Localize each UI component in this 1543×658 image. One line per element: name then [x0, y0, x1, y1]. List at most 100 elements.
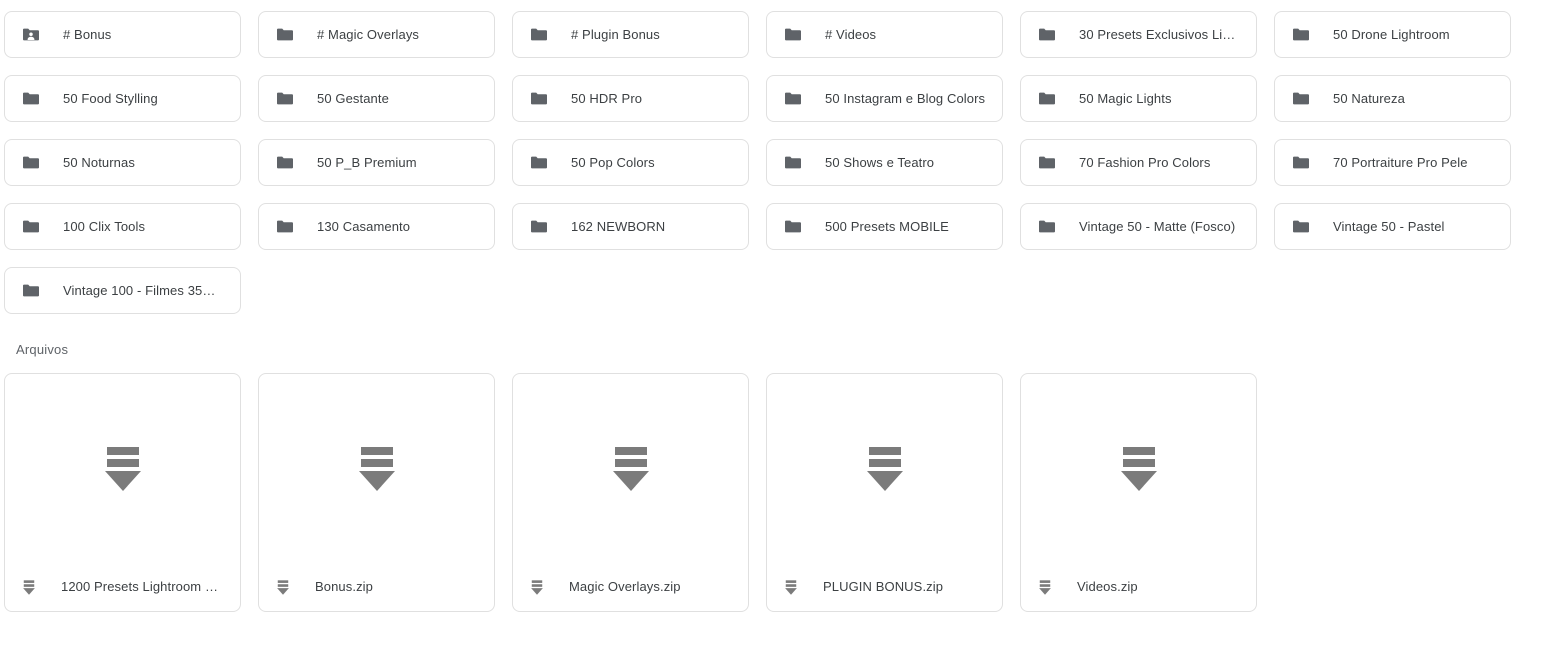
folder-icon [1291, 153, 1311, 173]
archive-zip-icon [275, 579, 291, 595]
folder-card[interactable]: Vintage 50 - Matte (Fosco) [1020, 203, 1257, 250]
folder-icon [1291, 217, 1311, 237]
folder-card[interactable]: # Bonus [4, 11, 241, 58]
folder-name: # Plugin Bonus [571, 27, 660, 43]
folder-card[interactable]: 50 Gestante [258, 75, 495, 122]
folder-name: 50 Instagram e Blog Colors [825, 91, 985, 107]
folder-icon [275, 217, 295, 237]
folder-icon [275, 153, 295, 173]
folder-card[interactable]: 70 Fashion Pro Colors [1020, 139, 1257, 186]
folder-card[interactable]: 50 Drone Lightroom [1274, 11, 1511, 58]
file-name: Magic Overlays.zip [569, 579, 681, 595]
folder-name: 30 Presets Exclusivos Light… [1079, 27, 1240, 43]
folder-name: 50 HDR Pro [571, 91, 642, 107]
folder-card[interactable]: 100 Clix Tools [4, 203, 241, 250]
file-card-footer: Magic Overlays.zip [513, 563, 748, 611]
folder-card[interactable]: 50 P_B Premium [258, 139, 495, 186]
folder-name: Vintage 50 - Pastel [1333, 219, 1445, 235]
folder-icon [529, 89, 549, 109]
file-card-footer: 1200 Presets Lightroom 20… [5, 563, 240, 611]
folder-card[interactable]: 50 Natureza [1274, 75, 1511, 122]
file-card-footer: Bonus.zip [259, 563, 494, 611]
archive-zip-icon [529, 579, 545, 595]
folder-name: 50 Food Stylling [63, 91, 158, 107]
folder-name: 100 Clix Tools [63, 219, 145, 235]
folder-icon [21, 153, 41, 173]
file-card-footer: PLUGIN BONUS.zip [767, 563, 1002, 611]
folder-name: # Bonus [63, 27, 111, 43]
folder-name: Vintage 100 - Filmes 35mm… [63, 283, 224, 299]
folder-name: 162 NEWBORN [571, 219, 665, 235]
folder-card[interactable]: 50 Shows e Teatro [766, 139, 1003, 186]
folder-icon [1037, 25, 1057, 45]
folders-grid: # Bonus # Magic Overlays # Plugin Bonus … [4, 11, 1500, 314]
folder-card[interactable]: 50 Instagram e Blog Colors [766, 75, 1003, 122]
folder-card[interactable]: 50 HDR Pro [512, 75, 749, 122]
folder-name: 130 Casamento [317, 219, 410, 235]
folder-name: Vintage 50 - Matte (Fosco) [1079, 219, 1235, 235]
file-card[interactable]: Magic Overlays.zip [512, 373, 749, 612]
folder-card[interactable]: 50 Magic Lights [1020, 75, 1257, 122]
folder-icon [1037, 217, 1057, 237]
folder-icon [21, 89, 41, 109]
file-card[interactable]: Bonus.zip [258, 373, 495, 612]
folder-name: 50 P_B Premium [317, 155, 417, 171]
folder-card[interactable]: Vintage 50 - Pastel [1274, 203, 1511, 250]
archive-zip-icon [5, 374, 240, 563]
folder-icon [21, 217, 41, 237]
folder-name: 70 Fashion Pro Colors [1079, 155, 1210, 171]
folder-card[interactable]: 50 Food Stylling [4, 75, 241, 122]
files-grid: 1200 Presets Lightroom 20… Bonus.zip Mag… [4, 373, 1500, 612]
folder-icon [783, 25, 803, 45]
archive-zip-icon [259, 374, 494, 563]
folder-icon [1291, 89, 1311, 109]
folder-icon [783, 89, 803, 109]
folder-card[interactable]: 30 Presets Exclusivos Light… [1020, 11, 1257, 58]
drive-file-browser: # Bonus # Magic Overlays # Plugin Bonus … [0, 0, 1543, 658]
folder-card[interactable]: # Videos [766, 11, 1003, 58]
folder-icon [529, 217, 549, 237]
folder-icon [275, 25, 295, 45]
folder-card[interactable]: 130 Casamento [258, 203, 495, 250]
folder-name: 50 Shows e Teatro [825, 155, 934, 171]
folder-icon [1291, 25, 1311, 45]
folder-card[interactable]: # Magic Overlays [258, 11, 495, 58]
archive-zip-icon [767, 374, 1002, 563]
folder-card[interactable]: 500 Presets MOBILE [766, 203, 1003, 250]
folder-card[interactable]: 50 Pop Colors [512, 139, 749, 186]
folder-name: 50 Natureza [1333, 91, 1405, 107]
file-name: PLUGIN BONUS.zip [823, 579, 943, 595]
files-section-title: Arquivos [16, 342, 1543, 358]
file-name: 1200 Presets Lightroom 20… [61, 579, 224, 595]
folder-card[interactable]: 70 Portraiture Pro Pele [1274, 139, 1511, 186]
folder-name: 50 Pop Colors [571, 155, 655, 171]
folder-icon [529, 25, 549, 45]
file-card[interactable]: 1200 Presets Lightroom 20… [4, 373, 241, 612]
archive-zip-icon [783, 579, 799, 595]
folder-icon [1037, 89, 1057, 109]
file-card[interactable]: Videos.zip [1020, 373, 1257, 612]
archive-zip-icon [513, 374, 748, 563]
folder-name: 500 Presets MOBILE [825, 219, 949, 235]
file-card-footer: Videos.zip [1021, 563, 1256, 611]
folder-card[interactable]: 50 Noturnas [4, 139, 241, 186]
folder-icon [21, 281, 41, 301]
folder-card[interactable]: 162 NEWBORN [512, 203, 749, 250]
folder-icon [529, 153, 549, 173]
archive-zip-icon [1037, 579, 1053, 595]
file-card[interactable]: PLUGIN BONUS.zip [766, 373, 1003, 612]
folder-name: 50 Gestante [317, 91, 389, 107]
file-name: Videos.zip [1077, 579, 1138, 595]
folder-name: 50 Noturnas [63, 155, 135, 171]
folder-card[interactable]: # Plugin Bonus [512, 11, 749, 58]
folder-name: # Magic Overlays [317, 27, 419, 43]
folder-name: # Videos [825, 27, 876, 43]
folder-icon [1037, 153, 1057, 173]
folder-name: 50 Magic Lights [1079, 91, 1172, 107]
folder-name: 70 Portraiture Pro Pele [1333, 155, 1468, 171]
folder-icon [783, 217, 803, 237]
folder-name: 50 Drone Lightroom [1333, 27, 1450, 43]
file-name: Bonus.zip [315, 579, 373, 595]
folder-card[interactable]: Vintage 100 - Filmes 35mm… [4, 267, 241, 314]
folder-icon [783, 153, 803, 173]
